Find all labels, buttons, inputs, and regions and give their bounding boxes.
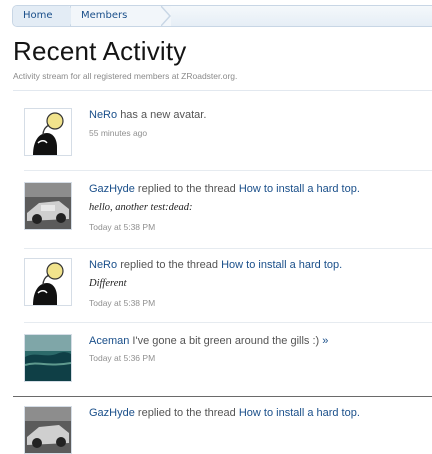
thread-link[interactable]: How to install a hard top.: [239, 407, 360, 419]
car-photo-icon[interactable]: [24, 182, 72, 230]
username-link[interactable]: NeRo: [89, 259, 117, 271]
breadcrumb-home[interactable]: Home: [13, 6, 69, 26]
page-description: Activity stream for all registered membe…: [13, 71, 238, 81]
divider: [24, 170, 432, 171]
activity-line: Aceman I've gone a bit green around the …: [89, 334, 432, 349]
thread-link[interactable]: How to install a hard top.: [221, 259, 342, 271]
activity-line: GazHyde replied to the thread How to ins…: [89, 406, 432, 421]
post-snippet: hello, another test:dead:: [89, 202, 193, 213]
timestamp: Today at 5:38 PM: [89, 222, 156, 232]
activity-text: replied to the thread: [120, 259, 219, 271]
username-link[interactable]: GazHyde: [89, 183, 135, 195]
timestamp: Today at 5:38 PM: [89, 298, 156, 308]
activity-text: has a new avatar.: [120, 109, 207, 121]
divider: [24, 322, 432, 323]
activity-line: GazHyde replied to the thread How to ins…: [89, 182, 432, 197]
breadcrumb: Home Members: [12, 5, 432, 27]
timestamp: Today at 5:36 PM: [89, 353, 156, 363]
username-link[interactable]: NeRo: [89, 109, 117, 121]
post-snippet: Different: [89, 278, 127, 289]
page-title: Recent Activity: [13, 36, 187, 66]
breadcrumb-members[interactable]: Members: [71, 6, 171, 26]
bald-character-icon[interactable]: [24, 258, 72, 306]
car-photo-icon[interactable]: [24, 406, 72, 454]
divider: [13, 90, 432, 91]
divider: [13, 396, 432, 397]
username-link[interactable]: Aceman: [89, 335, 129, 347]
activity-text: replied to the thread: [137, 183, 236, 195]
timestamp: 55 minutes ago: [89, 128, 148, 138]
divider: [24, 248, 432, 249]
activity-text: replied to the thread: [137, 407, 236, 419]
thread-link[interactable]: How to install a hard top.: [239, 183, 360, 195]
breadcrumb-separator: [160, 6, 171, 26]
activity-text: I've gone a bit green around the gills :…: [132, 335, 320, 347]
landscape-photo-icon[interactable]: [24, 334, 72, 382]
status-link[interactable]: »: [322, 335, 328, 347]
activity-line: NeRo has a new avatar.: [89, 108, 432, 123]
username-link[interactable]: GazHyde: [89, 407, 135, 419]
activity-line: NeRo replied to the thread How to instal…: [89, 258, 432, 273]
bald-character-icon[interactable]: [24, 108, 72, 156]
